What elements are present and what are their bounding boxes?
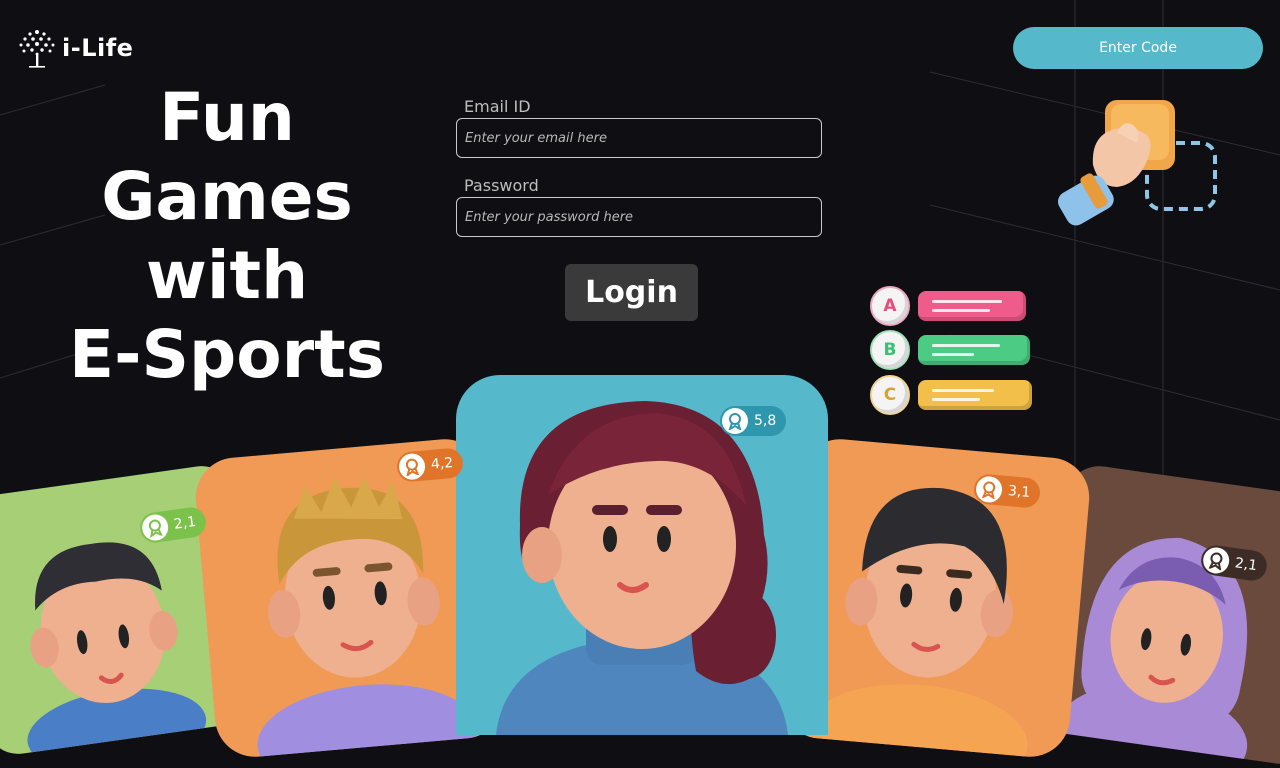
quiz-bar-a <box>918 291 1026 321</box>
score-badge-3: 5,8 <box>720 406 787 436</box>
quiz-option-b: B <box>870 330 1030 370</box>
medal-icon <box>722 408 748 434</box>
password-field[interactable] <box>456 197 822 237</box>
quiz-bar-b <box>918 335 1030 365</box>
hand-tap-icon <box>1058 100 1217 226</box>
score-value: 2,1 <box>172 513 198 533</box>
score-value: 5,8 <box>754 413 777 429</box>
medal-icon <box>140 512 170 543</box>
score-badge-4: 3,1 <box>972 473 1042 509</box>
quiz-option-c: C <box>870 375 1032 415</box>
email-label: Email ID <box>464 97 531 116</box>
enter-code-button[interactable]: Enter Code <box>1013 27 1263 69</box>
email-field[interactable] <box>456 118 822 158</box>
score-value: 2,1 <box>1233 555 1259 575</box>
tree-icon <box>19 30 55 68</box>
brand-logo[interactable]: i-Life <box>16 26 133 70</box>
brand-name: i-Life <box>62 34 134 62</box>
medal-icon <box>1201 545 1231 576</box>
score-value: 4,2 <box>430 455 454 473</box>
hero-headline: Fun Games with E-Sports <box>40 78 414 394</box>
password-label: Password <box>464 176 539 195</box>
quiz-letter-c: C <box>870 375 910 415</box>
quiz-option-a: A <box>870 286 1026 326</box>
medal-icon <box>974 475 1004 504</box>
headline-line-4: E-Sports <box>69 316 385 393</box>
quiz-bar-c <box>918 380 1032 410</box>
quiz-letter-a: A <box>870 286 910 326</box>
score-value: 3,1 <box>1007 483 1031 501</box>
login-button[interactable]: Login <box>565 264 698 321</box>
medal-icon <box>397 452 427 481</box>
headline-line-3: with <box>145 237 309 314</box>
headline-line-2: Games <box>101 158 353 235</box>
quiz-letter-b: B <box>870 330 910 370</box>
headline-line-1: Fun <box>159 79 295 156</box>
